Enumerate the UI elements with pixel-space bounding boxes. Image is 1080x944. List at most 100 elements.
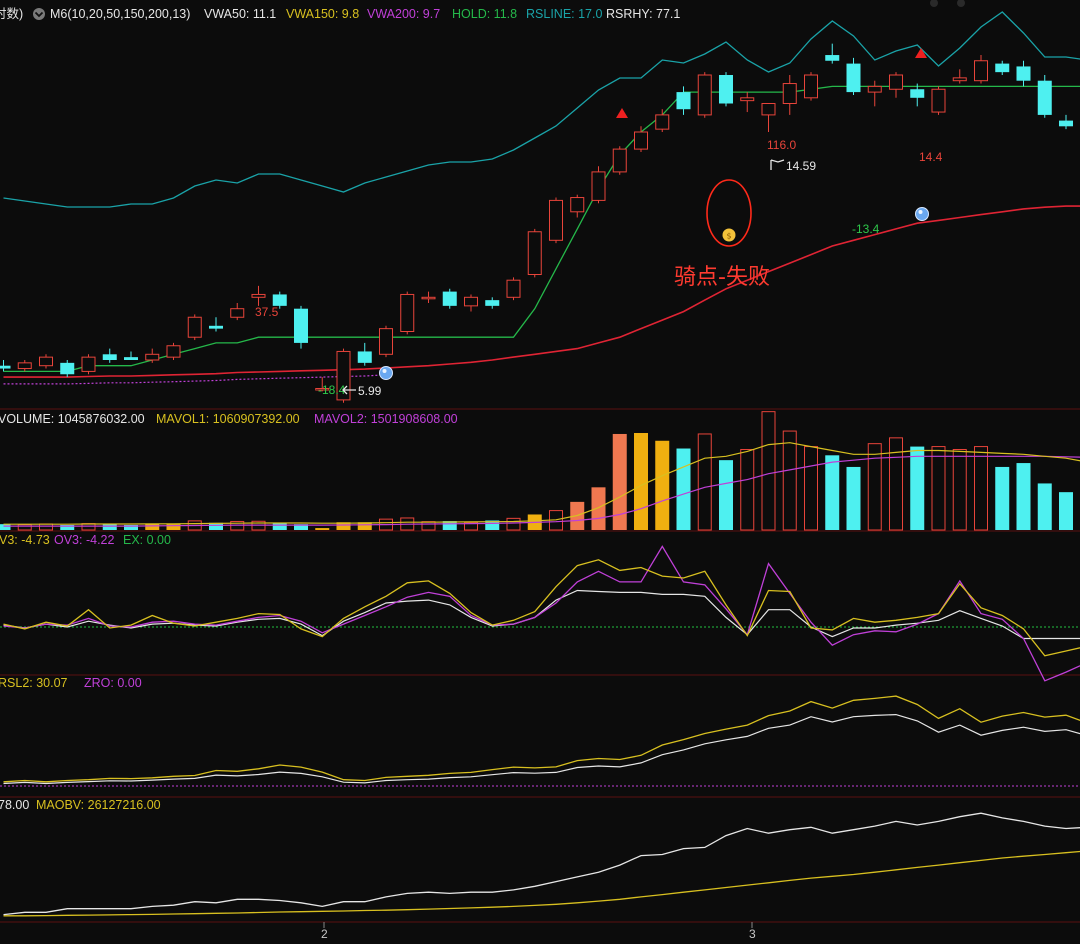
oscillator-legend: V3: -4.73 OV3: -4.22 EX: 0.00 (0, 533, 171, 547)
legend-rsrhy: RSRHY: 77.1 (606, 7, 680, 21)
candle-body (251, 293, 266, 298)
candle-body (400, 293, 415, 333)
candle-body (740, 97, 755, 102)
money-bag-icon: $ (722, 228, 736, 242)
volume-bar (315, 528, 330, 530)
svg-text:$: $ (726, 232, 731, 241)
candle-body (931, 88, 946, 113)
candle-body (782, 83, 797, 105)
candle-body (549, 199, 563, 241)
candle-body (357, 351, 372, 363)
candle-body (442, 291, 457, 306)
volume-bar (591, 487, 606, 530)
low-price-label-1: 5.99 (358, 384, 382, 398)
volume-bar (825, 455, 840, 530)
candle-body (889, 74, 903, 90)
annotation-note: 骑点-失败 (674, 265, 770, 290)
candle-body (761, 103, 776, 116)
volume-bar (145, 524, 160, 530)
legend-ov3: OV3: -4.22 (54, 533, 114, 547)
volume-bar (995, 466, 1010, 530)
candle-body (421, 296, 436, 300)
candle-body (187, 316, 202, 338)
legend-zro: ZRO: 0.00 (84, 676, 142, 690)
candle-body (634, 131, 648, 150)
candle-body (846, 63, 861, 93)
candle-body (974, 60, 988, 82)
candle-body (485, 300, 500, 306)
candle-body (60, 362, 75, 375)
volume-bar (102, 524, 117, 530)
legend-m6: M6(10,20,50,150,200,13) (50, 7, 190, 21)
legend-vwa50: VWA50: 11.1 (204, 7, 276, 21)
volume-legend: VOLUME: 1045876032.00 MAVOL1: 1060907392… (0, 412, 458, 426)
candle-body (676, 92, 691, 110)
legend-maobv: MAOBV: 26127216.00 (36, 798, 161, 812)
candle-body (294, 308, 308, 343)
candle-body (527, 231, 542, 275)
candle-body (464, 296, 478, 307)
candle-body (570, 197, 585, 213)
volume-bar (634, 433, 648, 530)
candle-body (81, 356, 96, 372)
candle-body (995, 63, 1010, 73)
volume-bar (166, 524, 181, 530)
peak-label-3: 14.4 (919, 150, 943, 164)
candle-body (1037, 80, 1052, 115)
candle-body (952, 77, 967, 82)
candle-body (804, 74, 818, 99)
low-label-2: -13.4 (852, 222, 880, 236)
candle-body (591, 171, 606, 201)
candle-body (145, 353, 160, 361)
candle-body (867, 85, 882, 93)
peak-label-1: 37.5 (255, 305, 279, 319)
candle-body (825, 55, 840, 61)
candle-body (1016, 66, 1031, 81)
legend-mavol2: MAVOL2: 1501908608.00 (314, 412, 458, 426)
legend-v3: V3: -4.73 (0, 533, 50, 547)
candle-body (209, 325, 223, 329)
candle-body (655, 114, 670, 130)
volume-bar (1059, 492, 1073, 530)
main-legend: 时数) M6(10,20,50,150,200,13) VWA50: 11.1 … (0, 6, 680, 21)
volume-bar (272, 523, 287, 530)
stock-chart[interactable]: 时数) M6(10,20,50,150,200,13) VWA50: 11.1 … (0, 0, 1080, 944)
legend-vwa150: VWA150: 9.8 (286, 7, 359, 21)
low-label-1: -18.4 (318, 383, 346, 397)
month-label-feb: 2 (321, 927, 328, 941)
obv-legend: 78.00 MAOBV: 26127216.00 (0, 798, 161, 812)
candle-body (17, 362, 32, 370)
buy-signal-icon (379, 366, 393, 380)
legend-hold: HOLD: 11.8 (452, 7, 517, 21)
legend-rsline: RSLINE: 17.0 (526, 7, 602, 21)
candle-body (612, 148, 627, 173)
candle-body (379, 328, 393, 355)
volume-bar (676, 448, 691, 530)
volume-bar (655, 440, 670, 530)
legend-mavol1: MAVOL1: 1060907392.00 (156, 412, 300, 426)
volume-bar (910, 446, 925, 530)
candle-body (506, 279, 521, 298)
candle-body (0, 365, 11, 369)
volume-bar (1016, 463, 1031, 530)
volume-bar (719, 460, 733, 530)
volume-bar (0, 524, 11, 530)
candle-body (1059, 120, 1073, 127)
legend-ex: EX: 0.00 (123, 533, 171, 547)
legend-period: 时数) (0, 6, 23, 21)
legend-obv: 78.00 (0, 798, 29, 812)
sell-signal-icon (915, 207, 929, 221)
legend-rsl2: RSL2: 30.07 (0, 676, 68, 690)
month-label-mar: 3 (749, 927, 756, 941)
volume-bar (1037, 483, 1052, 530)
peak-price-label-2: 14.59 (786, 159, 816, 173)
candle-body (697, 74, 712, 116)
candle-body (124, 357, 138, 360)
volume-bar (846, 466, 861, 530)
candle-body (910, 89, 925, 98)
candle-body (102, 354, 117, 360)
legend-menu-icon[interactable] (33, 8, 45, 20)
candle-body (230, 308, 245, 318)
peak-label-2: 116.0 (767, 138, 796, 152)
legend-volume: VOLUME: 1045876032.00 (0, 412, 145, 426)
